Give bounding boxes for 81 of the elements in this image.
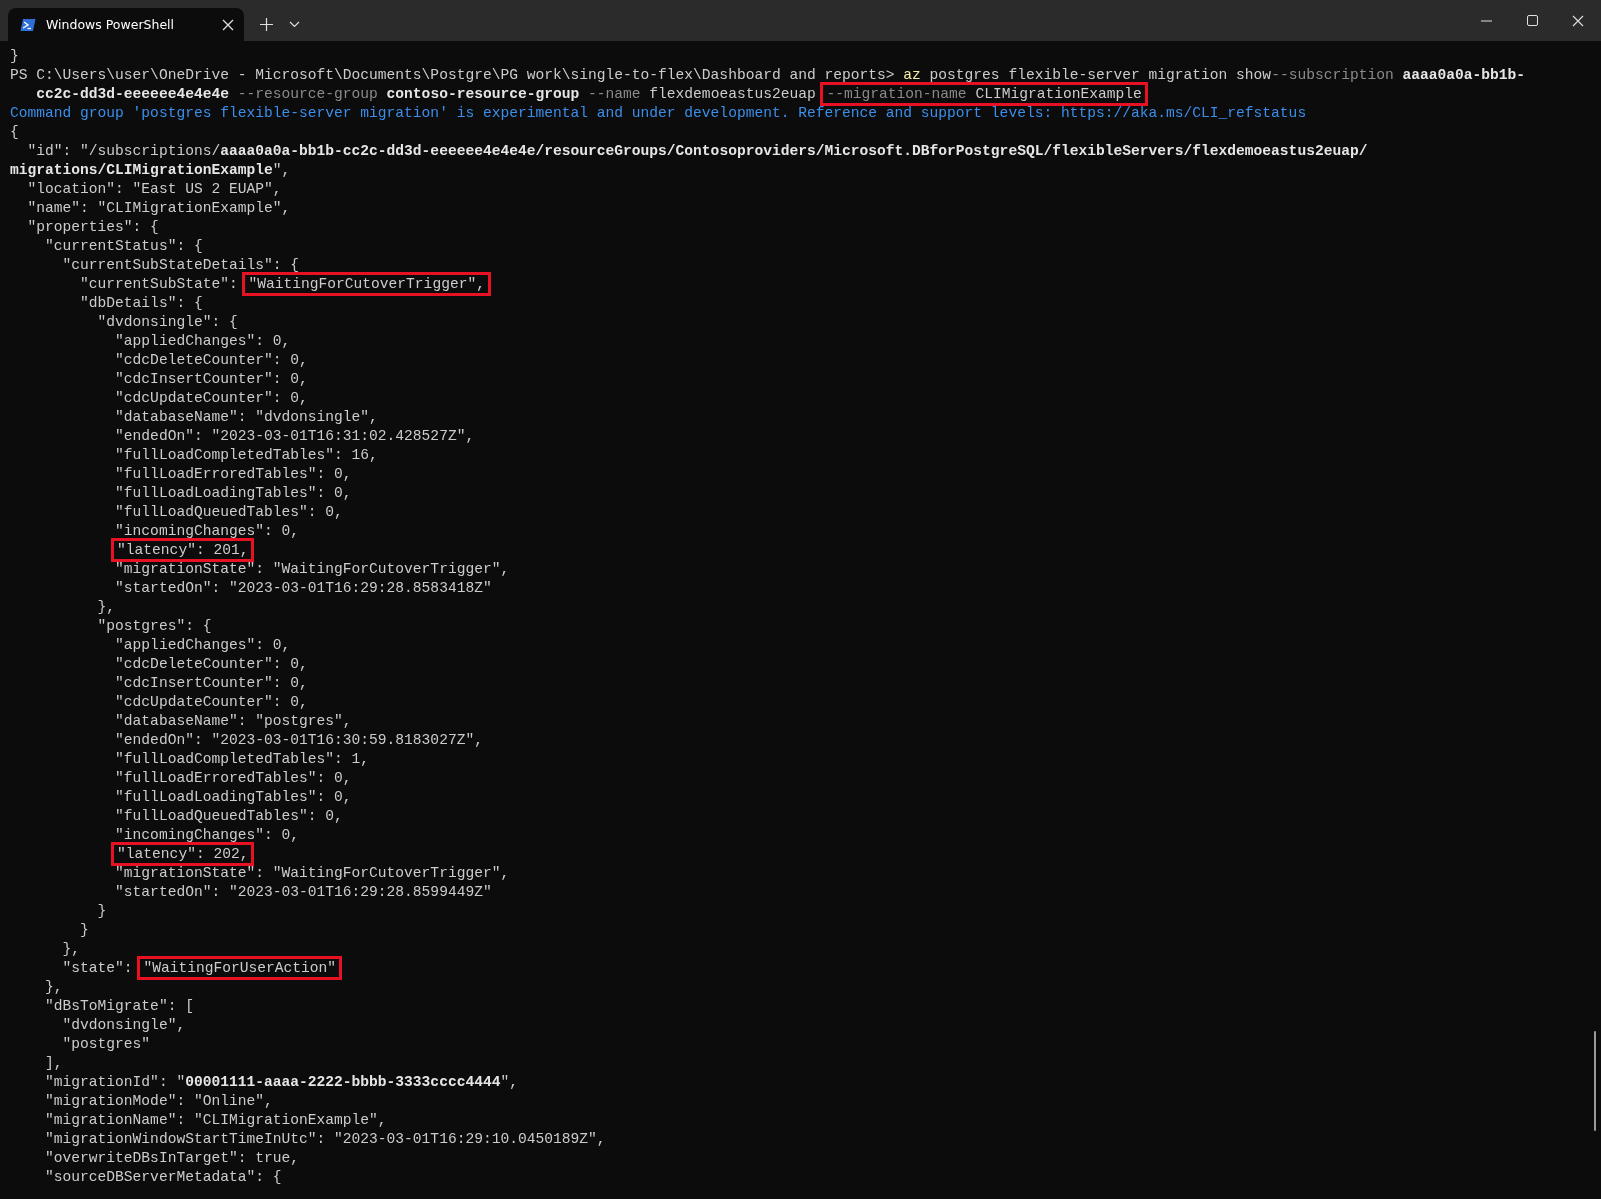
output-text: "fullLoadQueuedTables": 0, — [114, 504, 343, 520]
output-text: "fullLoadQueuedTables": 0, — [114, 808, 343, 824]
close-icon[interactable] — [222, 18, 234, 31]
output-text: "incomingChanges": 0, — [114, 827, 299, 843]
output-text: }, — [44, 979, 63, 995]
output-text: "migrationId": " — [44, 1074, 186, 1090]
output-text: { — [10, 124, 19, 140]
output-text: } — [10, 48, 19, 64]
output-text: migrations/CLIMigrationExample — [10, 162, 273, 178]
output-text: } — [79, 922, 89, 938]
output-text: }, — [96, 599, 116, 615]
output-text: flexdemoeastus2euap — [649, 86, 817, 102]
powershell-icon — [20, 17, 36, 32]
output-text: "fullLoadCompletedTables": 16, — [114, 447, 378, 463]
output-text: "migrationMode": "Online", — [44, 1093, 273, 1109]
output-text: contoso-resource-group — [386, 86, 580, 102]
output-text: "migrationState": "WaitingForCutoverTrigger", — [114, 561, 510, 577]
output-text: "cdcUpdateCounter": 0, — [114, 390, 308, 406]
output-text: "migrationState": "WaitingForCutoverTrigger", — [114, 865, 510, 881]
output-text: ", — [500, 1074, 518, 1090]
output-text: "migrationWindowStartTimeInUtc": "2023-03-01T16:29:10.0450189Z", — [44, 1131, 606, 1147]
output-text: 00001111-aaaa-2222-bbbb-3333cccc4444 — [185, 1074, 501, 1090]
output-text: "endedOn": "2023-03-01T16:31:02.428527Z", — [114, 428, 475, 444]
output-text: "properties": { — [26, 219, 159, 235]
output-text: "name": "CLIMigrationExample", — [26, 200, 291, 216]
scrollbar-thumb[interactable] — [1594, 1031, 1596, 1131]
output-text: "cdcDeleteCounter": 0, — [114, 656, 308, 672]
output-text: "dbDetails": { — [79, 295, 203, 311]
command-name: az — [903, 67, 921, 83]
output-text: "currentSubStateDetails": { — [61, 257, 299, 273]
output-text: "cdcDeleteCounter": 0, — [114, 352, 308, 368]
terminal-tab[interactable]: Windows PowerShell — [8, 8, 244, 41]
output-text: "currentSubState": — [79, 276, 239, 292]
output-text: "fullLoadErroredTables": 0, — [114, 466, 352, 482]
output-text: "fullLoadLoadingTables": 0, — [114, 789, 352, 805]
output-text: "WaitingForUserAction" — [143, 960, 337, 976]
output-text: "location": "East US 2 EUAP", — [26, 181, 282, 197]
tab-title: Windows PowerShell — [46, 17, 176, 32]
output-text: "postgres": { — [96, 618, 212, 634]
output-text: "fullLoadLoadingTables": 0, — [114, 485, 352, 501]
output-text: PS C:\Users\user\OneDrive - Microsoft\Documents\Postgre\PG work\single-to-flex\Dashboard and reports> — [10, 67, 896, 83]
output-text: cc2c-dd3d-eeeeee4e4e4e — [35, 86, 229, 102]
output-text: "id": "/subscriptions/ — [26, 143, 221, 159]
output-text: "startedOn": "2023-03-01T16:29:28.8599449Z" — [114, 884, 492, 900]
output-text: "dBsToMigrate": [ — [44, 998, 194, 1014]
option-name: --resource-group — [236, 86, 379, 102]
output-text: "appliedChanges": 0, — [114, 637, 291, 653]
output-text: "incomingChanges": 0, — [114, 523, 299, 539]
output-text: "databaseName": "dvdonsingle", — [114, 409, 378, 425]
output-text: "fullLoadCompletedTables": 1, — [114, 751, 370, 767]
output-text: }, — [61, 941, 81, 957]
output-text: } — [96, 903, 107, 919]
output-text: "postgres" — [61, 1036, 151, 1052]
output-text: CLIMigrationExample — [975, 86, 1142, 102]
output-text: "cdcUpdateCounter": 0, — [114, 694, 308, 710]
output-text: "startedOn": "2023-03-01T16:29:28.8583418Z" — [114, 580, 492, 596]
output-text: "appliedChanges": 0, — [114, 333, 291, 349]
output-text: "fullLoadErroredTables": 0, — [114, 770, 352, 786]
output-text: ", — [272, 162, 291, 178]
option-name: --name — [587, 86, 642, 102]
option-name: --migration-name — [826, 86, 968, 102]
output-text: "dvdonsingle", — [61, 1017, 186, 1033]
output-text: "latency": 201, — [117, 542, 249, 558]
output-text: "currentStatus": { — [44, 238, 203, 254]
output-text: ], — [44, 1055, 63, 1071]
output-text: "cdcInsertCounter": 0, — [114, 371, 308, 387]
output-text: postgres flexible-server migration show — [928, 67, 1272, 83]
output-text: "migrationName": "CLIMigrationExample", — [44, 1112, 387, 1128]
output-text: "databaseName": "postgres", — [114, 713, 352, 729]
option-name: --subscription — [1271, 67, 1394, 83]
output-text: "cdcInsertCounter": 0, — [114, 675, 308, 691]
output-text: "endedOn": "2023-03-01T16:30:59.8183027Z", — [114, 732, 483, 748]
output-text: "state": — [61, 960, 134, 976]
output-text: aaaa0a0a-bb1b- — [1401, 67, 1526, 83]
output-text: "overwriteDBsInTarget": true, — [44, 1150, 299, 1166]
output-text: aaaa0a0a-bb1b-cc2c-dd3d-eeeeee4e4e4e/resourceGroups/Contosoproviders/Microsoft.DBforPostgreSQL/flexibleServers/flexdemoeastus2euap/ — [220, 143, 1368, 159]
info-message: Command group 'postgres flexible-server migration' is experimental and under development. Reference and support levels: https://aka.ms/CLI_refstatus — [10, 105, 1307, 121]
output-text: "sourceDBServerMetadata": { — [44, 1169, 282, 1185]
output-text: "WaitingForCutoverTrigger", — [248, 276, 485, 292]
output-text: "latency": 202, — [117, 846, 249, 862]
output-text: "dvdonsingle": { — [96, 314, 238, 330]
